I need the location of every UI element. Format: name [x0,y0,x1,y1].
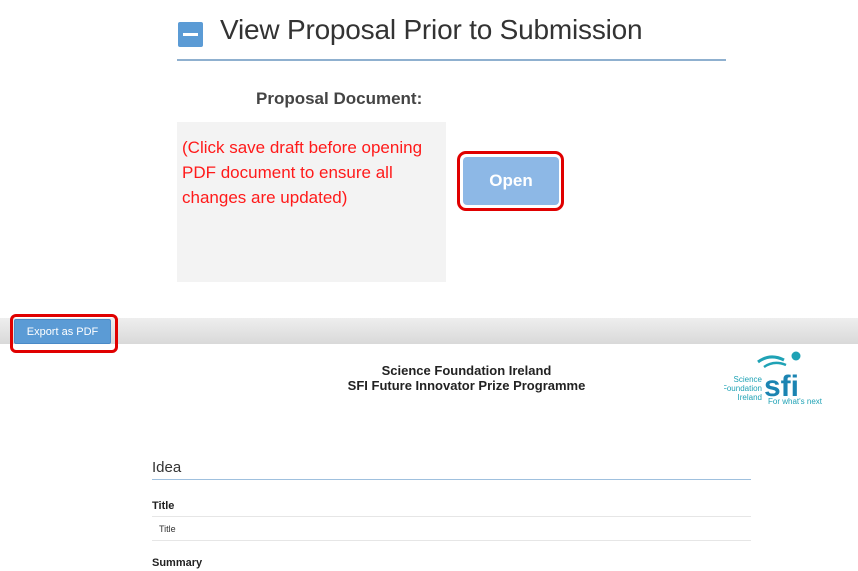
title-field-value: Title [159,524,176,534]
logo-text-science: Science [734,375,763,384]
logo-text-ireland: Ireland [738,393,762,402]
logo-dot-icon [791,351,801,361]
logo-tagline: For what's next [768,397,823,406]
collapse-minus-icon[interactable] [178,22,203,47]
sfi-logo: Science Foundation Ireland sfi For what'… [724,351,823,406]
programme-name: SFI Future Innovator Prize Programme [347,378,586,393]
open-button[interactable]: Open [463,157,559,205]
title-field-row: Title [152,516,751,541]
proposal-document-label: Proposal Document: [256,89,423,108]
pdf-toolbar [0,318,858,344]
idea-section-title: Idea [152,459,751,480]
section-heading: View Proposal Prior to Submission [220,14,643,45]
logo-text-foundation: Foundation [724,384,762,393]
logo-wave-icon [757,355,785,364]
save-draft-warning-text: (Click save draft before opening PDF doc… [182,138,423,207]
logo-wave-icon [763,361,787,369]
view-proposal-header: View Proposal Prior to Submission [177,11,726,61]
organisation-name: Science Foundation Ireland [381,363,552,378]
document-heading: Science Foundation Ireland SFI Future In… [275,363,658,393]
save-draft-note-panel: (Click save draft before opening PDF doc… [177,122,446,282]
title-field-label: Title [152,500,175,512]
export-pdf-button[interactable]: Export as PDF [14,319,111,344]
summary-field-label: Summary [152,557,203,569]
